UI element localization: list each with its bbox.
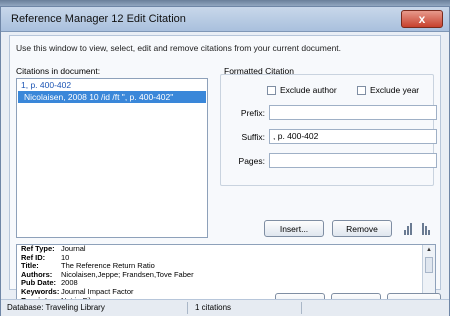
instruction-text: Use this window to view, select, edit an… — [16, 43, 342, 53]
exclude-year-checkbox[interactable]: Exclude year — [357, 85, 419, 95]
pages-input[interactable] — [269, 153, 437, 168]
citations-list[interactable]: 1, p. 400-402 Nicolaisen, 2008 10 /id /f… — [16, 78, 208, 238]
status-bar: Database: Traveling Library 1 citations — [1, 299, 449, 316]
status-separator — [301, 302, 302, 314]
insert-button[interactable]: Insert... — [264, 220, 324, 237]
suffix-row: Suffix: , p. 400-402 — [231, 129, 437, 144]
citation-item-selected[interactable]: Nicolaisen, 2008 10 /id /ft ", p. 400-40… — [18, 91, 206, 103]
prefix-row: Prefix: — [231, 105, 437, 120]
exclude-year-label: Exclude year — [370, 85, 420, 95]
checkbox-icon[interactable] — [267, 85, 276, 95]
title-bar: Reference Manager 12 Edit Citation x — [1, 7, 449, 32]
exclude-author-checkbox[interactable]: Exclude author — [267, 85, 337, 95]
prefix-input[interactable] — [269, 105, 437, 120]
citations-label: Citations in document: — [16, 66, 101, 76]
dialog-content: Use this window to view, select, edit an… — [9, 35, 441, 308]
scroll-thumb[interactable] — [425, 257, 433, 273]
status-database: Database: Traveling Library — [7, 303, 105, 312]
remove-button[interactable]: Remove — [332, 220, 392, 237]
status-separator — [187, 302, 188, 314]
citation-item[interactable]: 1, p. 400-402 — [17, 79, 207, 91]
detail-row: Ref Type: Journal — [17, 245, 435, 254]
move-down-icon[interactable] — [422, 223, 434, 235]
prefix-label: Prefix: — [240, 107, 265, 118]
suffix-input[interactable]: , p. 400-402 — [269, 129, 437, 144]
suffix-label: Suffix: — [241, 131, 265, 142]
scroll-up-arrow-icon[interactable]: ▲ — [426, 247, 432, 253]
detail-value: Nicolaisen,Jeppe; Frandsen,Tove Faber — [61, 269, 194, 279]
formatted-citation-group: Exclude author Exclude year Prefix: Suff… — [220, 74, 437, 186]
move-up-icon[interactable] — [404, 223, 416, 235]
pages-label: Pages: — [238, 155, 265, 166]
dialog-title: Reference Manager 12 Edit Citation — [11, 13, 186, 25]
checkbox-icon[interactable] — [357, 85, 366, 95]
detail-row: Authors: Nicolaisen,Jeppe; Frandsen,Tove… — [17, 269, 435, 280]
close-icon: x — [418, 12, 426, 26]
edit-citation-dialog: Reference Manager 12 Edit Citation x Use… — [0, 6, 450, 316]
status-citation-count: 1 citations — [195, 303, 232, 312]
close-button[interactable]: x — [401, 10, 443, 28]
exclude-author-label: Exclude author — [280, 85, 337, 95]
pages-row: Pages: — [231, 153, 437, 168]
